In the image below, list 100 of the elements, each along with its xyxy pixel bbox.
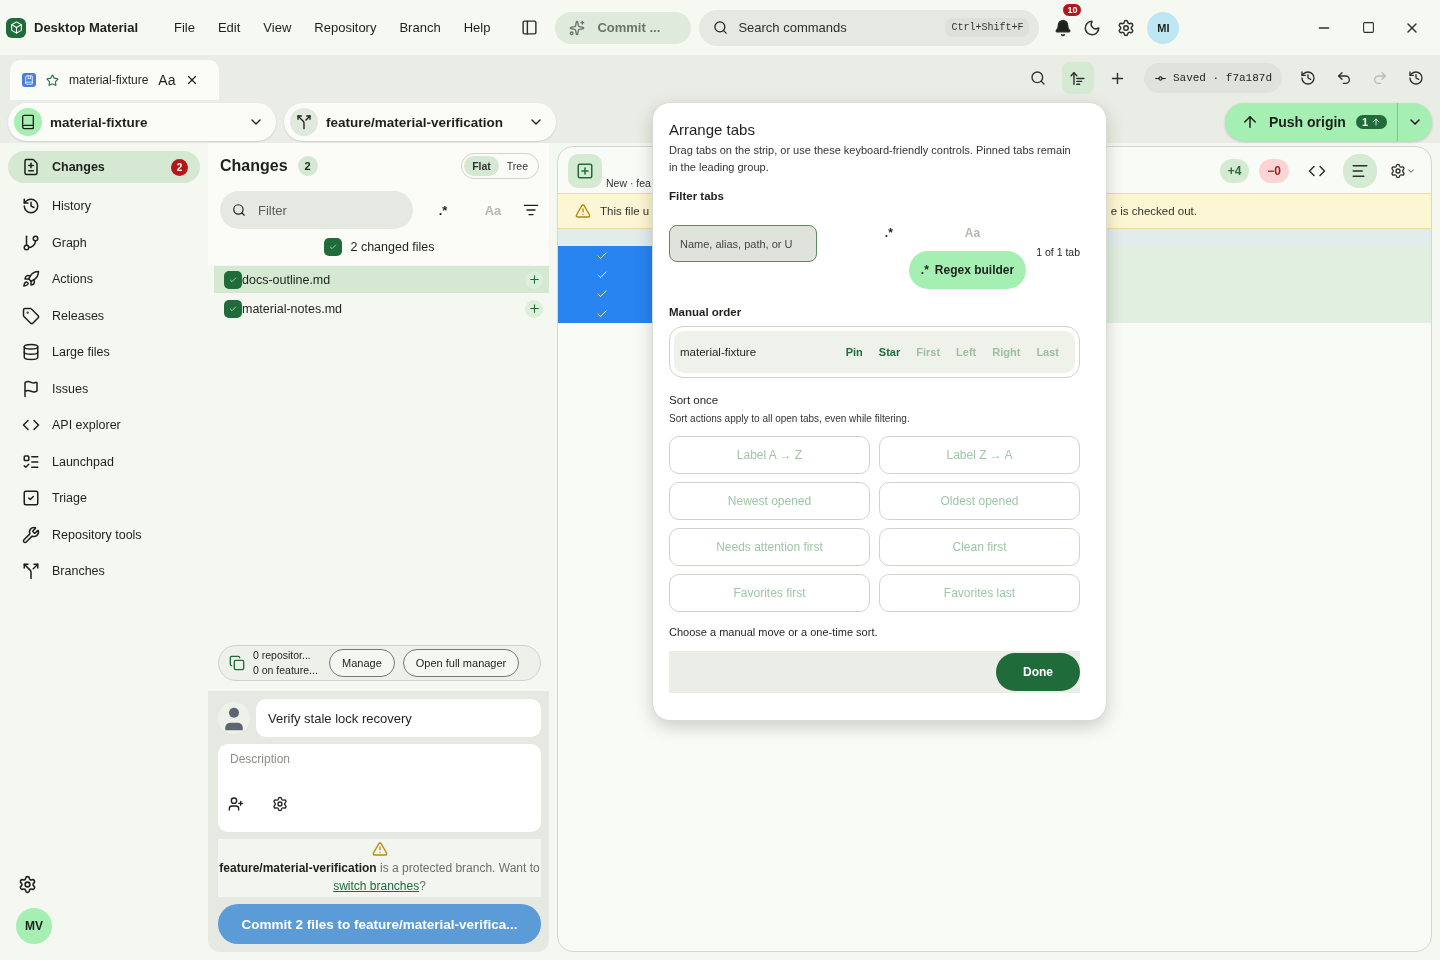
menu-item[interactable]: View: [263, 20, 292, 35]
view-option[interactable]: Tree: [498, 156, 536, 176]
shortcut-hint: Ctrl+Shift+F: [945, 18, 1030, 37]
person-icon: [218, 702, 250, 734]
repository-selector[interactable]: material-fixture: [8, 103, 276, 141]
move-action[interactable]: Pin: [837, 346, 871, 358]
sidebar-item[interactable]: Issues: [8, 370, 200, 407]
count-badge: 2: [171, 158, 188, 176]
filter-input[interactable]: Filter: [256, 201, 376, 219]
panel-title: Changes: [220, 157, 288, 175]
popover-description: Drag tabs on the strip, or use these keyboard-friendly controls. Pinned tabs remain in the leading group.: [669, 143, 1072, 175]
switch-branches-link[interactable]: switch branches: [333, 879, 420, 893]
sidebar-item[interactable]: API explorer: [8, 407, 200, 444]
warning-text: e is checked out.: [1110, 205, 1197, 217]
plus-icon[interactable]: [525, 270, 543, 289]
file-row[interactable]: material-notes.md: [214, 295, 549, 322]
stash-button[interactable]: Manage: [329, 649, 395, 677]
sidebar-item[interactable]: Branches: [8, 553, 200, 590]
warning-text: This file u: [600, 205, 650, 217]
section-label: Sort once: [669, 394, 720, 406]
sparkle-icon: [569, 19, 586, 36]
sidebar-item[interactable]: History: [8, 188, 200, 225]
search-icon: [232, 203, 246, 217]
regex-toggle[interactable]: .*: [423, 195, 463, 225]
sidebar-item[interactable]: Releases: [8, 297, 200, 334]
sidebar-item[interactable]: Large files: [8, 334, 200, 371]
description-field[interactable]: Description: [218, 744, 541, 832]
file-checkbox[interactable]: [224, 299, 242, 318]
tab-label: material-fixture: [69, 73, 149, 87]
move-action[interactable]: Star: [870, 346, 909, 358]
sidebar-item[interactable]: Graph: [8, 224, 200, 261]
menu-item[interactable]: Branch: [399, 20, 441, 35]
warning-icon: [371, 841, 388, 857]
plus-icon[interactable]: [525, 299, 543, 318]
sidebar-item[interactable]: Triage: [8, 480, 200, 517]
sidebar-item[interactable]: Launchpad: [8, 443, 200, 480]
tab-name: material-fixture: [680, 346, 757, 358]
file-checkbox[interactable]: [224, 270, 242, 289]
user-avatar[interactable]: MI: [1147, 11, 1180, 44]
book-icon: [20, 114, 36, 130]
settings-icon[interactable]: [18, 875, 37, 894]
new-file-icon[interactable]: [568, 154, 602, 188]
menu-item[interactable]: Edit: [217, 20, 241, 35]
lines-icon[interactable]: [1343, 154, 1377, 188]
case-toggle[interactable]: Aa: [158, 72, 176, 88]
sort-icon[interactable]: [1061, 62, 1094, 94]
done-button[interactable]: Done: [996, 653, 1080, 691]
stack-icon: [229, 655, 245, 671]
nav-icon: [22, 343, 40, 362]
count-badge: 2: [297, 156, 318, 176]
saved-status: Saved · f7a187d: [1143, 63, 1282, 93]
section-label: Manual order: [669, 306, 743, 318]
notification-count: 10: [1062, 2, 1083, 17]
regex-toggle[interactable]: .*: [868, 218, 909, 248]
settings-icon[interactable]: [272, 796, 288, 812]
popover-title: Arrange tabs: [669, 121, 756, 138]
section-label: Filter tabs: [669, 190, 725, 202]
nav-icon: [22, 233, 40, 252]
nav-icon: [22, 452, 40, 471]
protected-branch-notice: feature/material-verification is a protected branch. Want to switch branches?: [218, 860, 541, 895]
add-coauthor-icon[interactable]: [228, 796, 244, 812]
diff-title: New · fea: [606, 177, 651, 189]
search-input[interactable]: Search commands: [736, 19, 938, 36]
select-all-checkbox[interactable]: [324, 238, 343, 256]
sidebar-item[interactable]: Actions: [8, 261, 200, 298]
stash-summary: 0 repositor...: [253, 648, 312, 663]
added-count: +4: [1219, 159, 1250, 183]
repository-tab[interactable]: material-fixture Aa: [10, 60, 219, 100]
nav-icon: [22, 158, 40, 176]
nav-icon: [22, 379, 40, 398]
nav-icon: [22, 306, 40, 325]
user-avatar[interactable]: MV: [16, 908, 52, 944]
sort-note: Sort actions apply to all open tabs, even while filtering.: [669, 412, 911, 426]
popover-hint: Choose a manual move or a one-time sort.: [669, 626, 879, 638]
check-icon: [229, 275, 237, 284]
tab-filter-field[interactable]: Name, alias, path, or U: [669, 225, 817, 262]
nav-icon: [22, 562, 40, 581]
file-row[interactable]: docs-outline.md: [214, 266, 549, 293]
sidebar-item[interactable]: Changes 2: [8, 151, 200, 183]
stash-button[interactable]: Open full manager: [402, 649, 520, 677]
regex-glyph: .*: [920, 263, 929, 277]
commit-button[interactable]: Commit ...: [555, 11, 692, 44]
file-name: docs-outline.md: [242, 272, 331, 287]
nav-icon: [22, 525, 40, 544]
view-option[interactable]: Flat: [464, 156, 499, 176]
check-icon: [229, 304, 237, 313]
branch-selector[interactable]: feature/material-verification: [284, 103, 556, 141]
sidebar-item[interactable]: Repository tools: [8, 516, 200, 553]
regex-builder-button[interactable]: .* Regex builder: [908, 251, 1027, 289]
summary-field[interactable]: Verify stale lock recovery: [256, 699, 541, 737]
filter-icon[interactable]: [523, 202, 539, 218]
menu-item[interactable]: Repository: [314, 20, 377, 35]
check-icon: [329, 243, 338, 251]
removed-count: −0: [1259, 159, 1289, 183]
search-field[interactable]: Search commands Ctrl+Shift+F: [699, 9, 1040, 46]
menu-item[interactable]: Help: [463, 20, 491, 35]
changed-files-count: 2 changed files: [350, 240, 435, 254]
menu-item[interactable]: File: [174, 20, 195, 35]
star-icon[interactable]: [46, 73, 59, 87]
filter-field[interactable]: Filter: [220, 191, 413, 229]
